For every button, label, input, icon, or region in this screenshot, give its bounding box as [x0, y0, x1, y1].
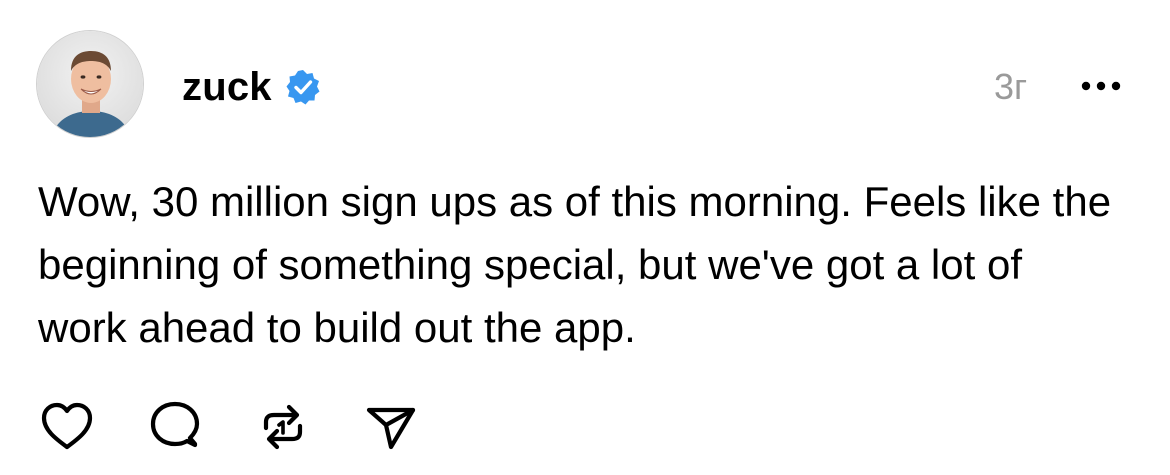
author-row: zuck — [182, 62, 322, 112]
verified-badge-icon — [284, 68, 322, 106]
comment-icon — [150, 401, 200, 448]
heart-icon — [41, 402, 93, 450]
post-text: Wow, 30 million sign ups as of this morn… — [38, 178, 1112, 351]
more-options-icon — [1081, 81, 1121, 91]
repost-icon — [263, 404, 303, 450]
action-bar — [38, 396, 470, 458]
repost-button[interactable] — [254, 398, 312, 456]
reply-button[interactable] — [146, 398, 204, 456]
thread-post: zuck 3г Wow, 30 million sign ups as of t… — [0, 0, 1170, 475]
more-options-button[interactable] — [1078, 76, 1124, 96]
username[interactable]: zuck — [182, 62, 272, 112]
like-button[interactable] — [38, 398, 96, 456]
send-icon — [366, 407, 416, 450]
avatar[interactable] — [36, 30, 144, 138]
share-button[interactable] — [362, 398, 420, 456]
post-timestamp: 3г — [994, 66, 1028, 107]
profile-photo-avatar — [37, 31, 143, 137]
